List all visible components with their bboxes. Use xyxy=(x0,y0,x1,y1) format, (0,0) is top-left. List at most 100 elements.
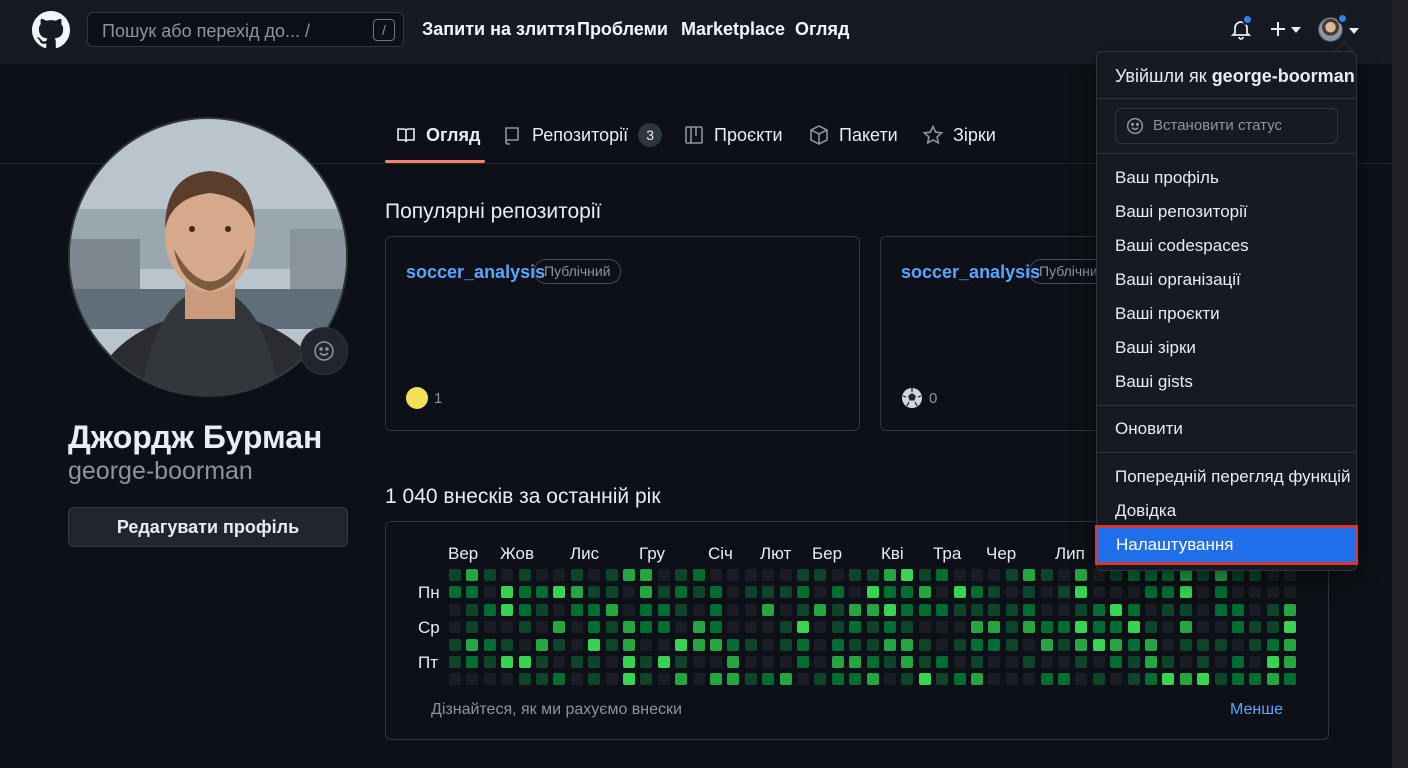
contribution-cell[interactable] xyxy=(501,586,514,599)
contribution-cell[interactable] xyxy=(553,586,566,599)
contribution-cell[interactable] xyxy=(971,569,983,581)
contribution-cell[interactable] xyxy=(814,586,827,599)
menu-your-projects[interactable]: Ваші проєкти xyxy=(1097,297,1356,331)
contribution-cell[interactable] xyxy=(588,569,601,581)
contribution-cell[interactable] xyxy=(1058,621,1070,634)
contribution-cell[interactable] xyxy=(1145,638,1157,651)
contribution-cell[interactable] xyxy=(1162,638,1175,651)
contribution-cell[interactable] xyxy=(1179,586,1192,599)
contribution-cell[interactable] xyxy=(936,569,949,581)
contribution-cell[interactable] xyxy=(466,586,479,599)
contribution-cell[interactable] xyxy=(1040,673,1053,686)
contribution-cell[interactable] xyxy=(727,638,740,651)
contribution-cell[interactable] xyxy=(1162,673,1175,686)
contribution-cell[interactable] xyxy=(884,638,896,651)
contribution-cell[interactable] xyxy=(675,569,688,581)
contribution-cell[interactable] xyxy=(640,673,653,686)
contribution-cell[interactable] xyxy=(570,586,583,599)
contribution-cell[interactable] xyxy=(1214,673,1227,686)
contribution-cell[interactable] xyxy=(536,656,548,668)
contribution-cell[interactable] xyxy=(1145,603,1157,616)
contribution-cell[interactable] xyxy=(1232,603,1244,616)
contribution-cell[interactable] xyxy=(936,603,949,616)
contribution-cell[interactable] xyxy=(918,656,931,668)
contribution-cell[interactable] xyxy=(1197,586,1210,599)
contribution-cell[interactable] xyxy=(536,569,548,581)
contribution-cell[interactable] xyxy=(605,603,618,616)
contribution-cell[interactable] xyxy=(727,569,740,581)
contribution-cell[interactable] xyxy=(744,621,757,634)
contribution-cell[interactable] xyxy=(1162,586,1175,599)
contribution-cell[interactable] xyxy=(553,638,566,651)
contribution-cell[interactable] xyxy=(814,638,827,651)
contribution-cell[interactable] xyxy=(1249,638,1262,651)
nav-explore[interactable]: Огляд xyxy=(795,19,849,40)
contribution-cell[interactable] xyxy=(936,586,949,599)
contribution-cell[interactable] xyxy=(588,673,601,686)
contribution-cell[interactable] xyxy=(779,586,792,599)
menu-upgrade[interactable]: Оновити xyxy=(1097,412,1356,446)
contribution-cell[interactable] xyxy=(553,569,566,581)
contribution-cell[interactable] xyxy=(466,656,479,668)
contribution-cell[interactable] xyxy=(762,656,775,668)
set-status-input[interactable]: Встановити статус xyxy=(1115,108,1338,144)
contribution-cell[interactable] xyxy=(570,656,583,668)
contribution-cell[interactable] xyxy=(570,569,583,581)
contribution-cell[interactable] xyxy=(971,621,983,634)
contribution-cell[interactable] xyxy=(971,603,983,616)
contribution-cell[interactable] xyxy=(640,569,653,581)
contribution-cell[interactable] xyxy=(953,569,966,581)
edit-profile-button[interactable]: Редагувати профіль xyxy=(68,507,348,547)
contribution-cell[interactable] xyxy=(1284,638,1297,651)
contribution-cell[interactable] xyxy=(1058,569,1070,581)
contribution-cell[interactable] xyxy=(675,673,688,686)
contribution-cell[interactable] xyxy=(727,673,740,686)
contribution-cell[interactable] xyxy=(918,586,931,599)
nav-marketplace[interactable]: Marketplace xyxy=(681,19,785,40)
menu-your-gists[interactable]: Ваші gists xyxy=(1097,365,1356,399)
contribution-cell[interactable] xyxy=(518,569,531,581)
user-avatar-menu[interactable] xyxy=(1318,13,1362,45)
contribution-cell[interactable] xyxy=(901,621,914,634)
contribution-cell[interactable] xyxy=(1266,603,1279,616)
contribution-cell[interactable] xyxy=(918,569,931,581)
contribution-cell[interactable] xyxy=(675,586,688,599)
contribution-cell[interactable] xyxy=(762,621,775,634)
contribution-cell[interactable] xyxy=(1266,586,1279,599)
contribution-cell[interactable] xyxy=(1127,621,1140,634)
contribution-cell[interactable] xyxy=(501,673,514,686)
contribution-cell[interactable] xyxy=(1284,586,1297,599)
contribution-cell[interactable] xyxy=(1197,603,1210,616)
contribution-cell[interactable] xyxy=(536,603,548,616)
contribution-cell[interactable] xyxy=(849,569,862,581)
contribution-cell[interactable] xyxy=(953,586,966,599)
contribution-cell[interactable] xyxy=(692,586,705,599)
menu-your-profile[interactable]: Ваш профіль xyxy=(1097,161,1356,195)
contribution-cell[interactable] xyxy=(988,656,1001,668)
set-status-emoji-button[interactable] xyxy=(300,327,348,375)
contribution-cell[interactable] xyxy=(1023,586,1036,599)
contribution-cell[interactable] xyxy=(605,673,618,686)
contribution-cell[interactable] xyxy=(1232,586,1244,599)
contribution-cell[interactable] xyxy=(675,638,688,651)
contribution-cell[interactable] xyxy=(1162,603,1175,616)
contribution-cell[interactable] xyxy=(553,603,566,616)
contribution-cell[interactable] xyxy=(1092,621,1105,634)
contribution-cell[interactable] xyxy=(1005,673,1018,686)
contribution-cell[interactable] xyxy=(501,638,514,651)
repo-stars[interactable]: 0 xyxy=(901,387,937,409)
contribution-cell[interactable] xyxy=(1075,656,1088,668)
contribution-cell[interactable] xyxy=(1092,673,1105,686)
contribution-cell[interactable] xyxy=(710,586,722,599)
contribution-cell[interactable] xyxy=(727,656,740,668)
contribution-cell[interactable] xyxy=(553,673,566,686)
contribution-cell[interactable] xyxy=(1075,621,1088,634)
contribution-cell[interactable] xyxy=(1214,586,1227,599)
contribution-cell[interactable] xyxy=(1040,621,1053,634)
contribution-cell[interactable] xyxy=(657,673,670,686)
contribution-cell[interactable] xyxy=(1023,673,1036,686)
contribution-cell[interactable] xyxy=(1266,656,1279,668)
contribution-cell[interactable] xyxy=(849,603,862,616)
contribution-cell[interactable] xyxy=(884,621,896,634)
contribution-cell[interactable] xyxy=(1179,638,1192,651)
